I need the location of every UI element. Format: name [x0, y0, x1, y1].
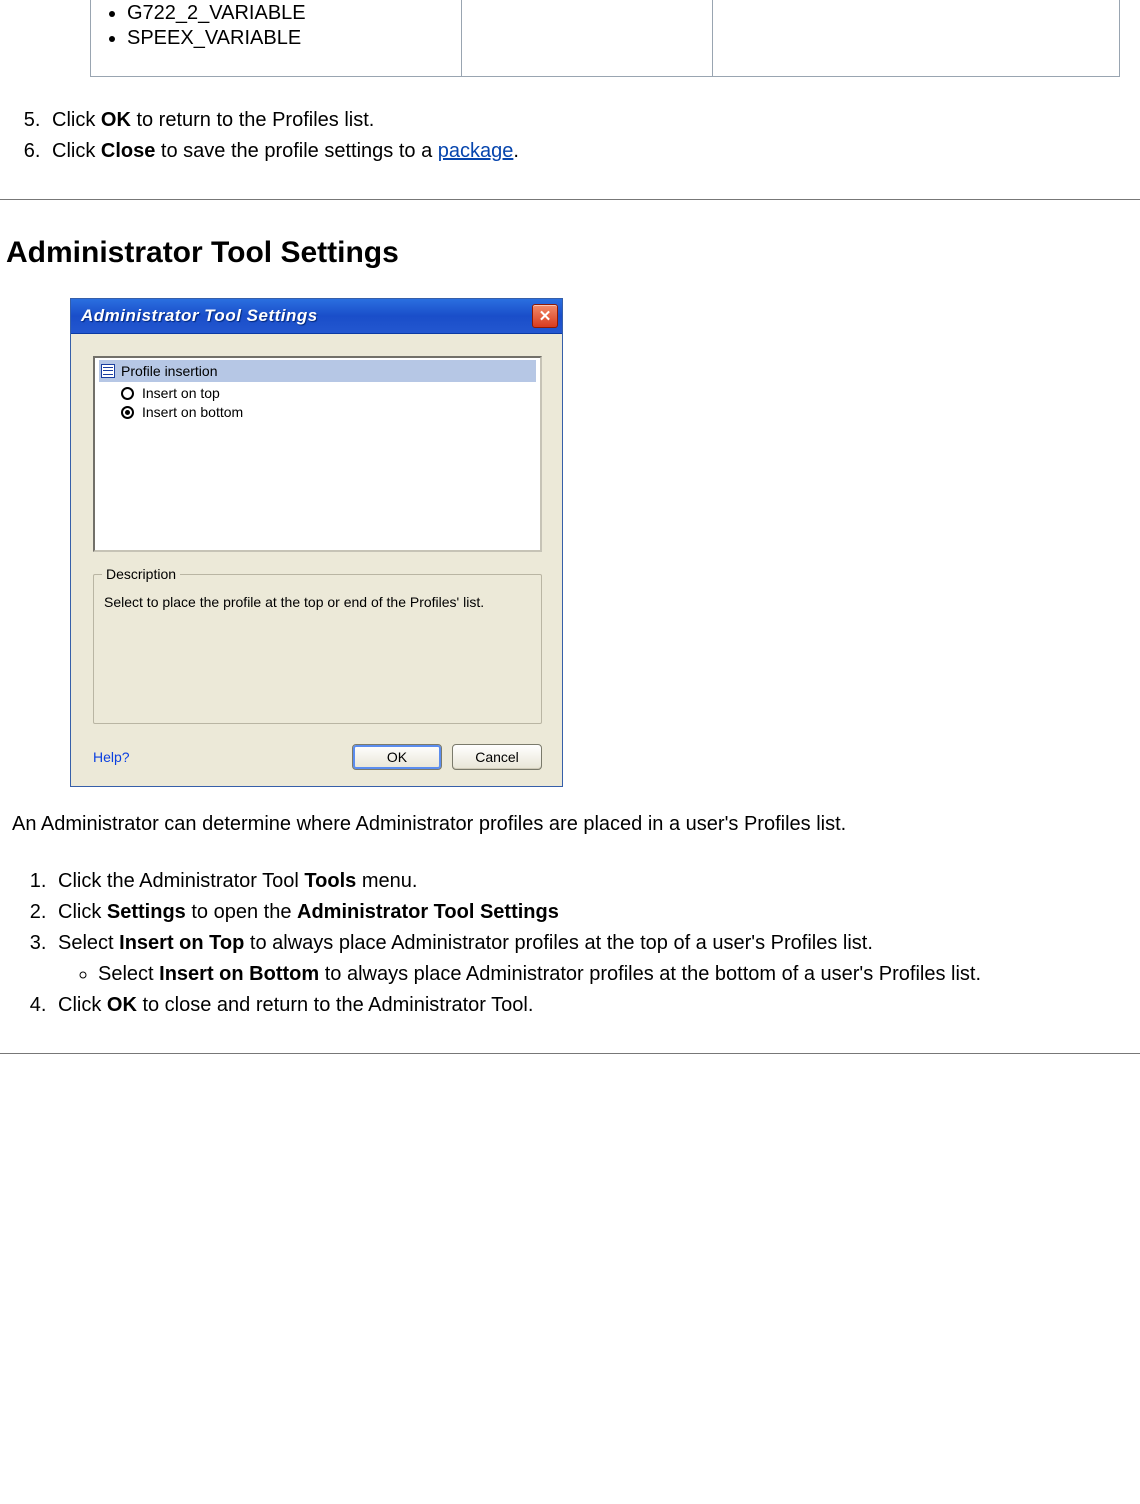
group-legend: Description: [102, 566, 180, 582]
intro-paragraph: An Administrator can determine where Adm…: [12, 811, 1128, 838]
description-group: Description Select to place the profile …: [93, 574, 542, 724]
list-item: Click the Administrator Tool Tools menu.: [52, 868, 1134, 895]
close-icon[interactable]: ✕: [532, 304, 558, 328]
dialog-titlebar: Administrator Tool Settings ✕: [71, 299, 562, 334]
list-item: Select Insert on Bottom to always place …: [98, 961, 1134, 988]
section-divider: [0, 199, 1140, 200]
list-item: SPEEX_VARIABLE: [127, 27, 451, 50]
package-link[interactable]: package: [438, 140, 514, 162]
help-link[interactable]: Help?: [93, 749, 130, 765]
dialog-title: Administrator Tool Settings: [81, 306, 318, 326]
codec-bullet-list: G722_2_VARIABLE SPEEX_VARIABLE: [127, 2, 451, 50]
list-item: Click OK to close and return to the Admi…: [52, 992, 1134, 1019]
insert-on-bottom-option[interactable]: Insert on bottom: [121, 404, 536, 420]
description-text: Select to place the profile at the top o…: [104, 593, 533, 612]
ok-button[interactable]: OK: [352, 744, 442, 770]
steps-list-bottom: Click the Administrator Tool Tools menu.…: [52, 868, 1134, 1019]
codec-table-fragment: G722_2_VARIABLE SPEEX_VARIABLE: [90, 0, 1120, 77]
list-icon: [101, 364, 115, 378]
section-divider: [0, 1053, 1140, 1054]
radio-icon: [121, 406, 134, 419]
profile-insertion-listbox[interactable]: Profile insertion Insert on top Insert o…: [93, 356, 542, 552]
profile-insertion-heading: Profile insertion: [99, 360, 536, 382]
list-item: Select Insert on Top to always place Adm…: [52, 930, 1134, 988]
cancel-button[interactable]: Cancel: [452, 744, 542, 770]
list-item: G722_2_VARIABLE: [127, 2, 451, 25]
list-item: Click OK to return to the Profiles list.: [46, 107, 1140, 134]
list-item: Click Settings to open the Administrator…: [52, 899, 1134, 926]
radio-icon: [121, 387, 134, 400]
admin-tool-settings-dialog: Administrator Tool Settings ✕ Profile in…: [70, 298, 563, 787]
insert-on-top-option[interactable]: Insert on top: [121, 385, 536, 401]
section-heading: Administrator Tool Settings: [6, 236, 1134, 270]
list-item: Click Close to save the profile settings…: [46, 138, 1140, 165]
steps-list-top: Click OK to return to the Profiles list.…: [46, 107, 1140, 165]
